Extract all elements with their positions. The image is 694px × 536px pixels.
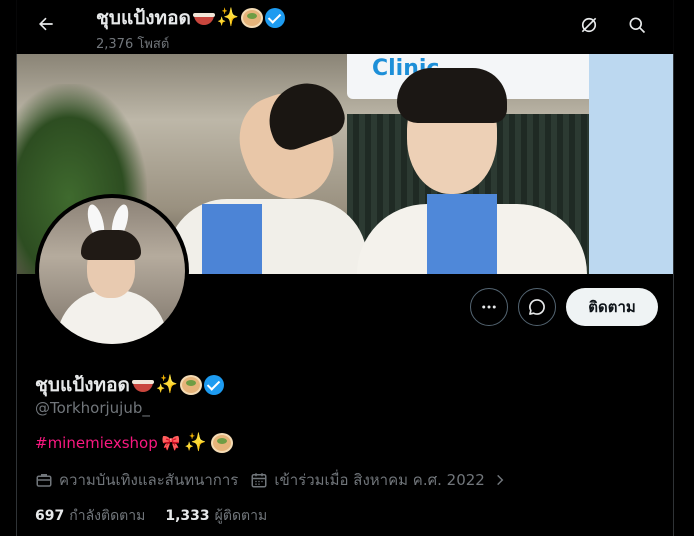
rotate-off-button[interactable] [571,7,607,43]
message-button[interactable] [518,288,556,326]
banner-pillar [589,54,673,274]
avatar-photo [39,198,185,344]
verified-badge-icon[interactable] [265,8,286,28]
chevron-right-icon [496,474,504,486]
follow-stats: 697 กำลังติดตาม 1,333 ผู้ติดตาม [35,505,267,527]
post-count: 2,376 โพสต์ [96,37,170,52]
following-count: 697 [35,508,65,524]
ribbon-icon: 🎀 [161,434,181,452]
display-name: ชุบแป้งทอด ✨ [35,370,225,400]
briefcase-icon [36,474,52,487]
avatar-body [57,290,167,344]
following-label: กำลังติดตาม [69,508,146,524]
chat-bubble-icon [529,299,545,315]
search-icon [629,17,646,34]
search-button[interactable] [619,7,655,43]
back-button[interactable] [28,6,64,42]
food-bowl-icon [241,8,264,28]
banner-shirt-left [202,204,262,274]
following-link[interactable]: 697 กำลังติดตาม [35,505,145,527]
banner-shirt-right [427,194,497,274]
header-title: ชุบแป้งทอด ✨ [96,3,286,33]
category-label: ความบันเทิงและสันทนาการ [59,471,239,489]
follow-button[interactable]: ติดตาม [566,288,658,326]
header-title-text: ชุบแป้งทอด [96,7,191,29]
bio-hashtag-link[interactable]: #minemiexshop [35,434,158,452]
followers-link[interactable]: 1,333 ผู้ติดตาม [165,505,267,527]
joined-item[interactable]: เข้าร่วมเมื่อ สิงหาคม ค.ศ. 2022 [250,468,506,492]
sparkles-icon: ✨ [184,432,207,453]
food-bowl-icon [180,375,203,395]
bio: #minemiexshop 🎀 ✨ [35,433,233,453]
soup-bowl-icon [192,11,215,25]
calendar-icon [251,473,267,488]
food-bowl-icon [210,433,233,453]
soup-bowl-icon [131,378,154,392]
banner-person-left [167,199,367,274]
display-name-text: ชุบแป้งทอด [35,374,130,396]
banner-hair-right [397,68,507,123]
avatar[interactable] [35,194,189,348]
sparkles-icon: ✨ [216,7,240,28]
top-bar: ชุบแป้งทอด ✨ 2,376 โพสต์ [0,0,694,54]
followers-label: ผู้ติดตาม [214,508,268,524]
followers-count: 1,333 [165,508,210,524]
profile-meta: ความบันเทิงและสันทนาการ เข้าร่วมเมื่อ สิ… [35,468,507,492]
avatar-hair [81,230,141,260]
rotate-off-icon [581,17,597,33]
user-handle: @Torkhorjujub_ [35,399,150,417]
arrow-left-icon [39,17,53,31]
sparkles-icon: ✨ [155,374,179,395]
verified-badge-icon[interactable] [204,375,225,395]
more-button[interactable] [470,288,508,326]
joined-label: เข้าร่วมเมื่อ สิงหาคม ค.ศ. 2022 [274,471,485,489]
more-dots-icon [482,305,496,309]
category-item: ความบันเทิงและสันทนาการ [35,468,238,492]
